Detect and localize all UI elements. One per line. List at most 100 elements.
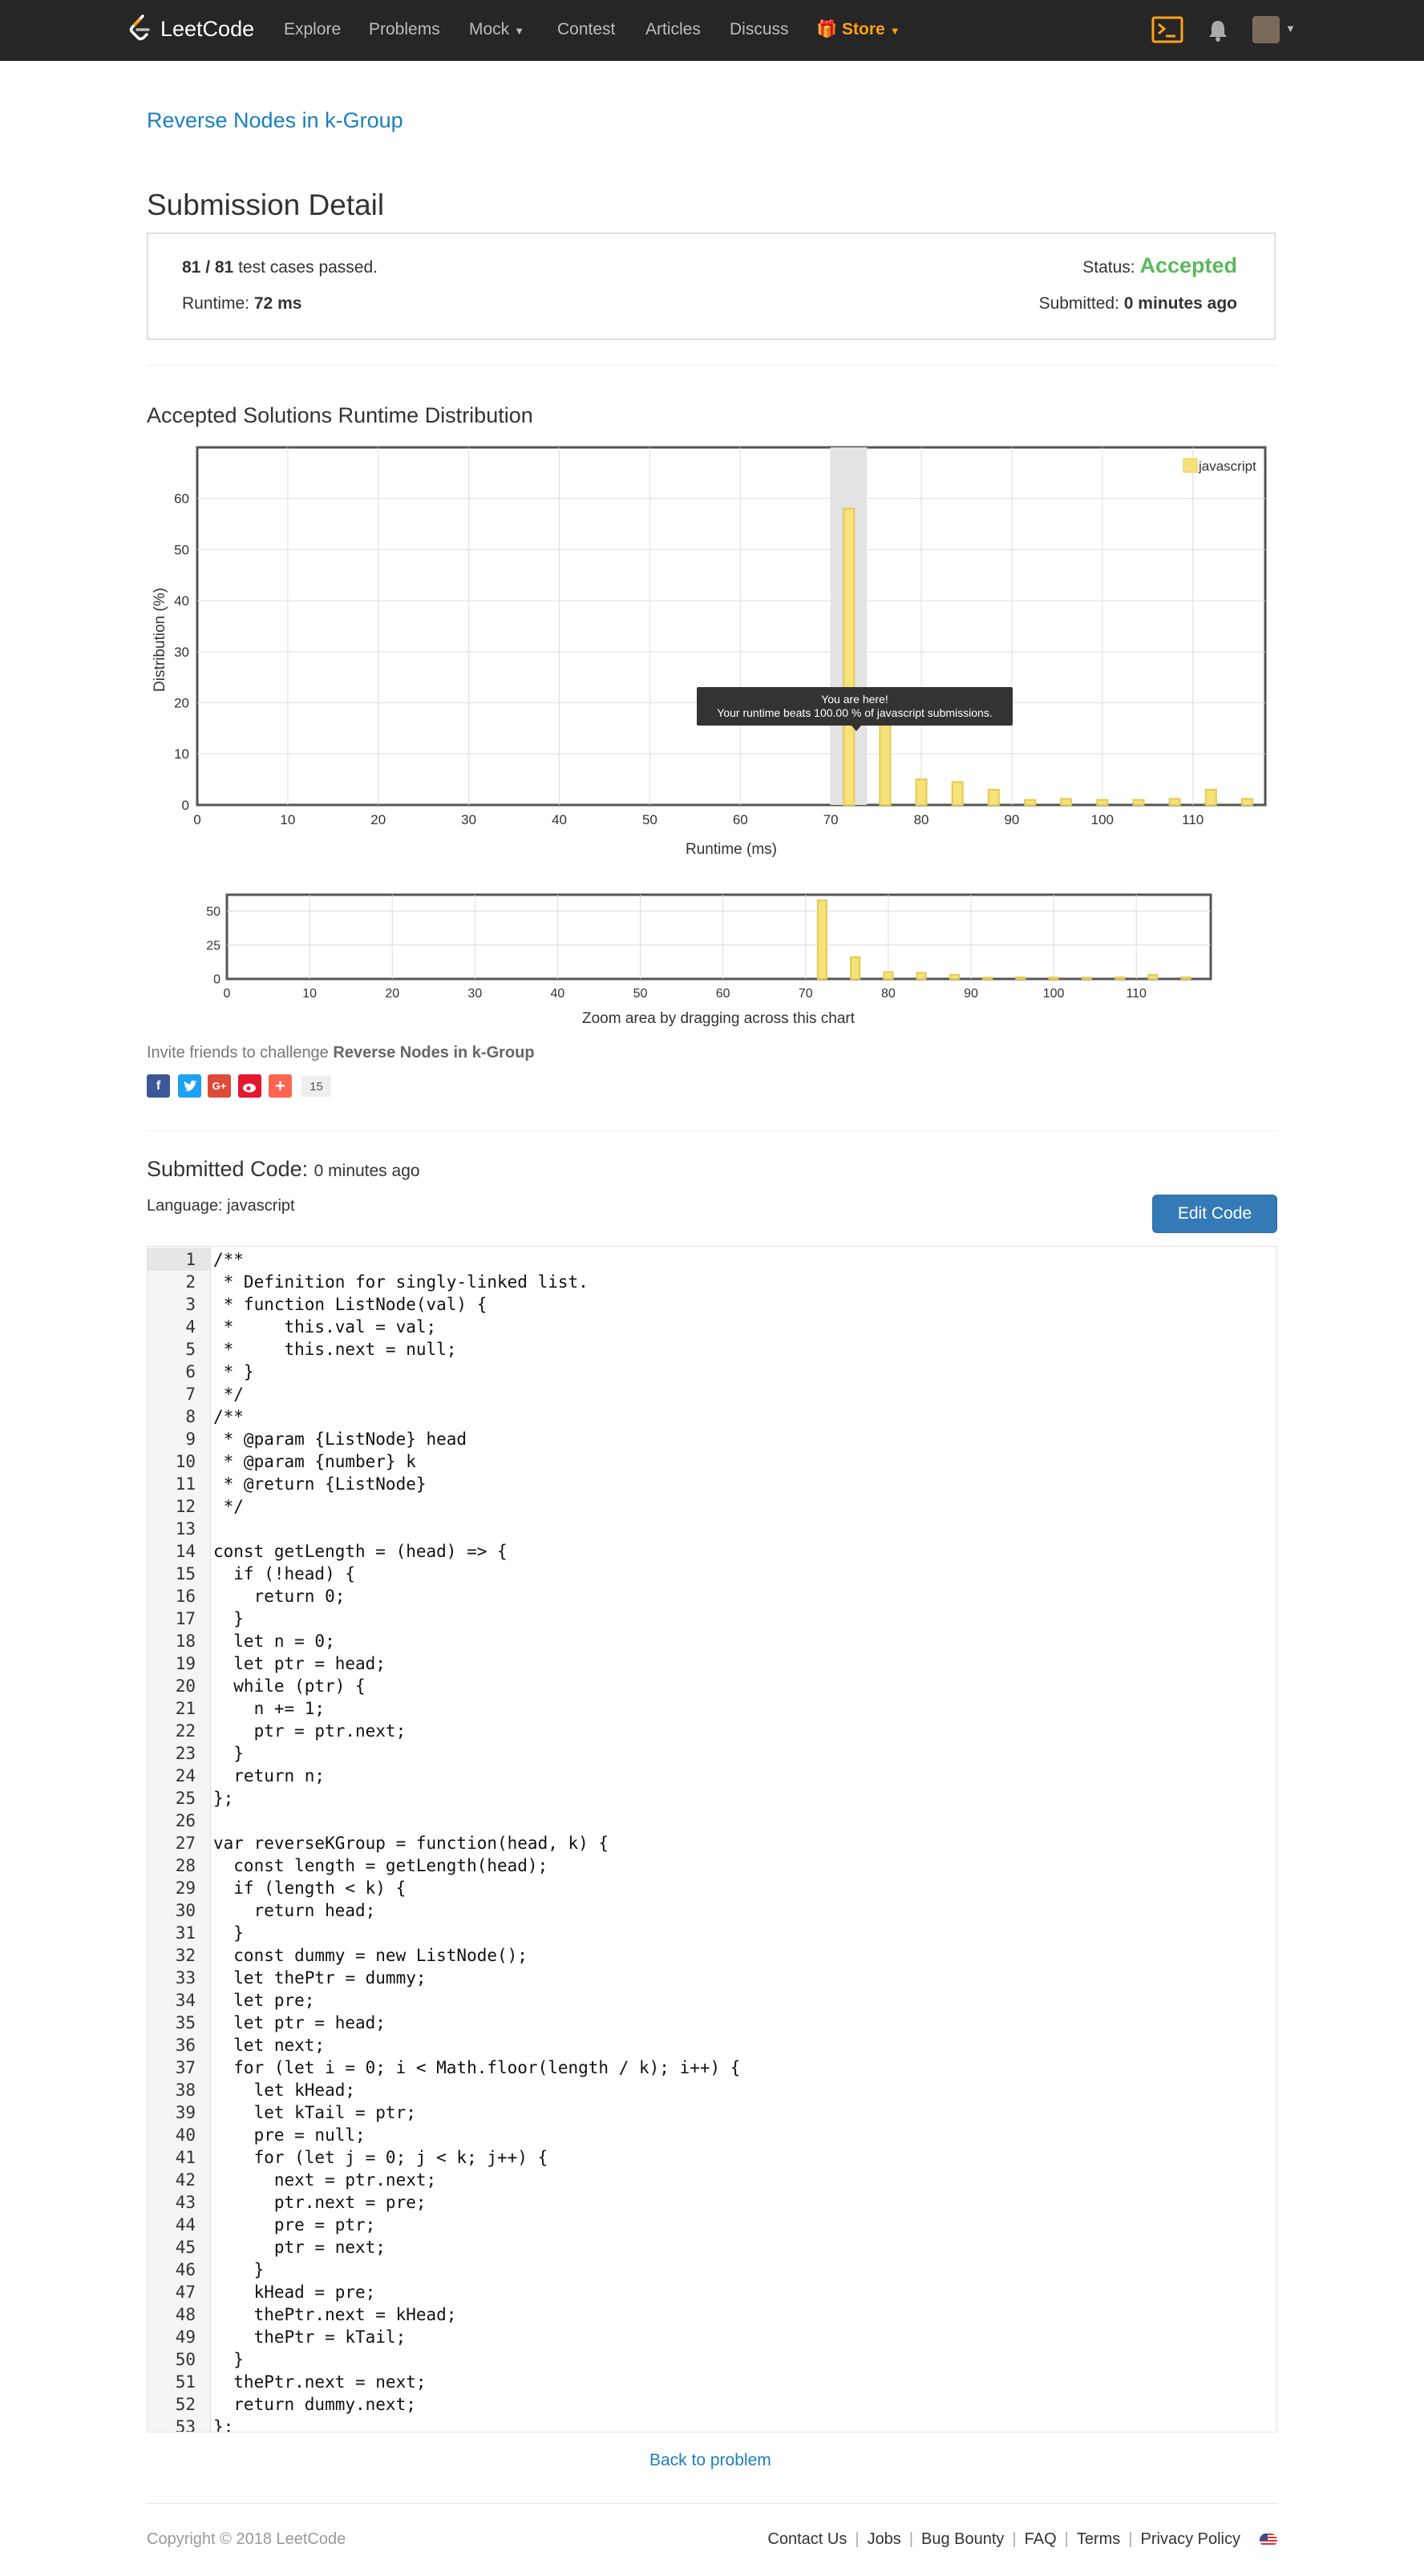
invite-text: Invite friends to challenge Reverse Node… — [147, 1044, 535, 1062]
line-number: 8 — [185, 1407, 196, 1426]
y-tick-label: 25 — [206, 939, 220, 952]
gift-icon: 🎁 — [816, 20, 838, 38]
line-number: 11 — [175, 1474, 196, 1494]
runtime-distribution-chart[interactable]: 0 10 20 30 40 50 60 70 80 90 100 110 0102030405060 … — [147, 441, 1277, 870]
code-line: 26 — [148, 1810, 1270, 1832]
submission-detail-box: 81 / 81 test cases passed. Runtime: 72 m… — [147, 233, 1276, 340]
code-viewer[interactable]: 1 /** 2 * Definition for singly-linked lis… — [147, 1246, 1277, 2432]
share-count: 15 — [301, 1076, 331, 1097]
facebook-share-button[interactable]: f — [147, 1074, 170, 1098]
y-tick-label: 30 — [174, 645, 189, 660]
distribution-bar[interactable] — [843, 508, 856, 806]
distribution-bar[interactable] — [982, 977, 993, 980]
distribution-bar[interactable] — [1060, 798, 1073, 806]
footer-contact-us[interactable]: Contact Us — [767, 2530, 847, 2549]
distribution-bar[interactable] — [987, 788, 1000, 806]
line-code: return 0; — [213, 1587, 346, 1606]
line-number: 44 — [175, 2215, 196, 2234]
code-line: 25}; — [148, 1787, 1270, 1810]
legend-swatch — [1183, 458, 1198, 473]
distribution-bar[interactable] — [1168, 798, 1181, 806]
submitted-result: Submitted: 0 minutes ago — [1039, 294, 1237, 313]
distribution-bar[interactable] — [951, 781, 964, 807]
line-code: while (ptr) { — [213, 1676, 366, 1696]
footer-separator: | — [1012, 2530, 1017, 2548]
line-code: } — [213, 1744, 244, 1763]
more-share-button[interactable]: + — [269, 1074, 292, 1098]
back-to-problem-link[interactable]: Back to problem — [649, 2451, 771, 2470]
zoom-chart[interactable]: 0 10 20 30 40 50 60 70 80 90 100 110 0 25 50 Zoom are… — [147, 886, 1277, 1030]
x-tick-label: 90 — [964, 987, 978, 1001]
nav-mock[interactable]: Mock ▼ — [469, 20, 524, 39]
invite-problem: Reverse Nodes in k-Group — [333, 1044, 535, 1062]
footer-separator: | — [1064, 2530, 1069, 2548]
distribution-bar[interactable] — [1240, 798, 1253, 806]
problem-title-link[interactable]: Reverse Nodes in k-Group — [147, 108, 403, 133]
distribution-bar[interactable] — [1147, 973, 1159, 981]
nav-store[interactable]: 🎁 Store ▼ — [816, 20, 900, 39]
line-number: 33 — [175, 1968, 196, 1988]
distribution-bar[interactable] — [1024, 799, 1037, 806]
distribution-bar[interactable] — [1048, 977, 1059, 980]
nav-explore[interactable]: Explore — [284, 20, 341, 39]
line-code: * } — [213, 1362, 254, 1381]
line-number: 31 — [175, 1923, 196, 1943]
x-tick-label: 10 — [280, 812, 295, 827]
distribution-bar[interactable] — [1081, 977, 1092, 980]
distribution-bar[interactable] — [879, 722, 892, 806]
nav-articles[interactable]: Articles — [645, 20, 701, 39]
twitter-share-button[interactable] — [178, 1074, 201, 1098]
line-number: 50 — [175, 2350, 196, 2369]
logo-text: LeetCode — [160, 16, 255, 41]
distribution-bar[interactable] — [1204, 788, 1217, 806]
distribution-bar[interactable] — [1132, 799, 1145, 806]
nav-problems[interactable]: Problems — [369, 20, 440, 39]
footer-privacy-policy[interactable]: Privacy Policy — [1141, 2530, 1240, 2549]
x-tick-label: 110 — [1126, 987, 1147, 1001]
nav-contest[interactable]: Contest — [557, 20, 615, 39]
avatar[interactable] — [1252, 16, 1280, 43]
line-number: 36 — [175, 2036, 196, 2055]
line-number: 21 — [175, 1699, 196, 1718]
edit-code-button[interactable]: Edit Code — [1152, 1195, 1277, 1233]
terminal-icon[interactable] — [1151, 16, 1183, 43]
footer-faq[interactable]: FAQ — [1025, 2530, 1057, 2549]
code-line: 2 * Definition for singly-linked list. — [148, 1271, 1270, 1293]
line-number: 1 — [185, 1250, 196, 1269]
distribution-bar[interactable] — [816, 899, 827, 980]
googleplus-share-button[interactable]: G+ — [208, 1074, 231, 1098]
distribution-bar[interactable] — [949, 973, 960, 981]
distribution-bar[interactable] — [1180, 976, 1191, 981]
code-line: 18 let n = 0; — [148, 1630, 1270, 1652]
x-tick-label: 50 — [633, 987, 648, 1001]
code-line: 5 * this.next = null; — [148, 1338, 1270, 1361]
us-flag-icon[interactable] — [1260, 2533, 1277, 2546]
footer-terms[interactable]: Terms — [1077, 2530, 1120, 2549]
nav-discuss[interactable]: Discuss — [730, 20, 789, 39]
footer-jobs[interactable]: Jobs — [868, 2530, 901, 2549]
line-number: 29 — [175, 1878, 196, 1898]
distribution-bar[interactable] — [1115, 976, 1126, 981]
x-tick-label: 110 — [1182, 812, 1204, 827]
code-line: 35 let ptr = head; — [148, 2012, 1270, 2034]
footer-separator: | — [855, 2530, 860, 2548]
distribution-bar[interactable] — [1096, 799, 1109, 806]
runtime-value: 72 ms — [253, 294, 302, 313]
footer-bug-bounty[interactable]: Bug Bounty — [921, 2530, 1004, 2549]
line-code: } — [213, 2350, 244, 2369]
line-number: 24 — [175, 1766, 196, 1785]
distribution-bar[interactable] — [883, 971, 894, 980]
footer-separator: | — [908, 2530, 914, 2548]
code-line: 49 thePtr = kTail; — [148, 2326, 1270, 2348]
distribution-bar[interactable] — [1015, 976, 1026, 981]
status-result: Status: Accepted — [1082, 253, 1237, 278]
distribution-bar[interactable] — [916, 972, 927, 981]
distribution-bar[interactable] — [915, 778, 928, 806]
code-line: 41 for (let j = 0; j < k; j++) { — [148, 2146, 1270, 2169]
weibo-share-button[interactable] — [238, 1074, 261, 1098]
bell-icon[interactable] — [1208, 19, 1228, 42]
line-number: 12 — [175, 1497, 196, 1516]
logo[interactable]: LeetCode — [128, 14, 254, 43]
line-code: n += 1; — [213, 1699, 326, 1718]
distribution-bar[interactable] — [850, 956, 861, 981]
